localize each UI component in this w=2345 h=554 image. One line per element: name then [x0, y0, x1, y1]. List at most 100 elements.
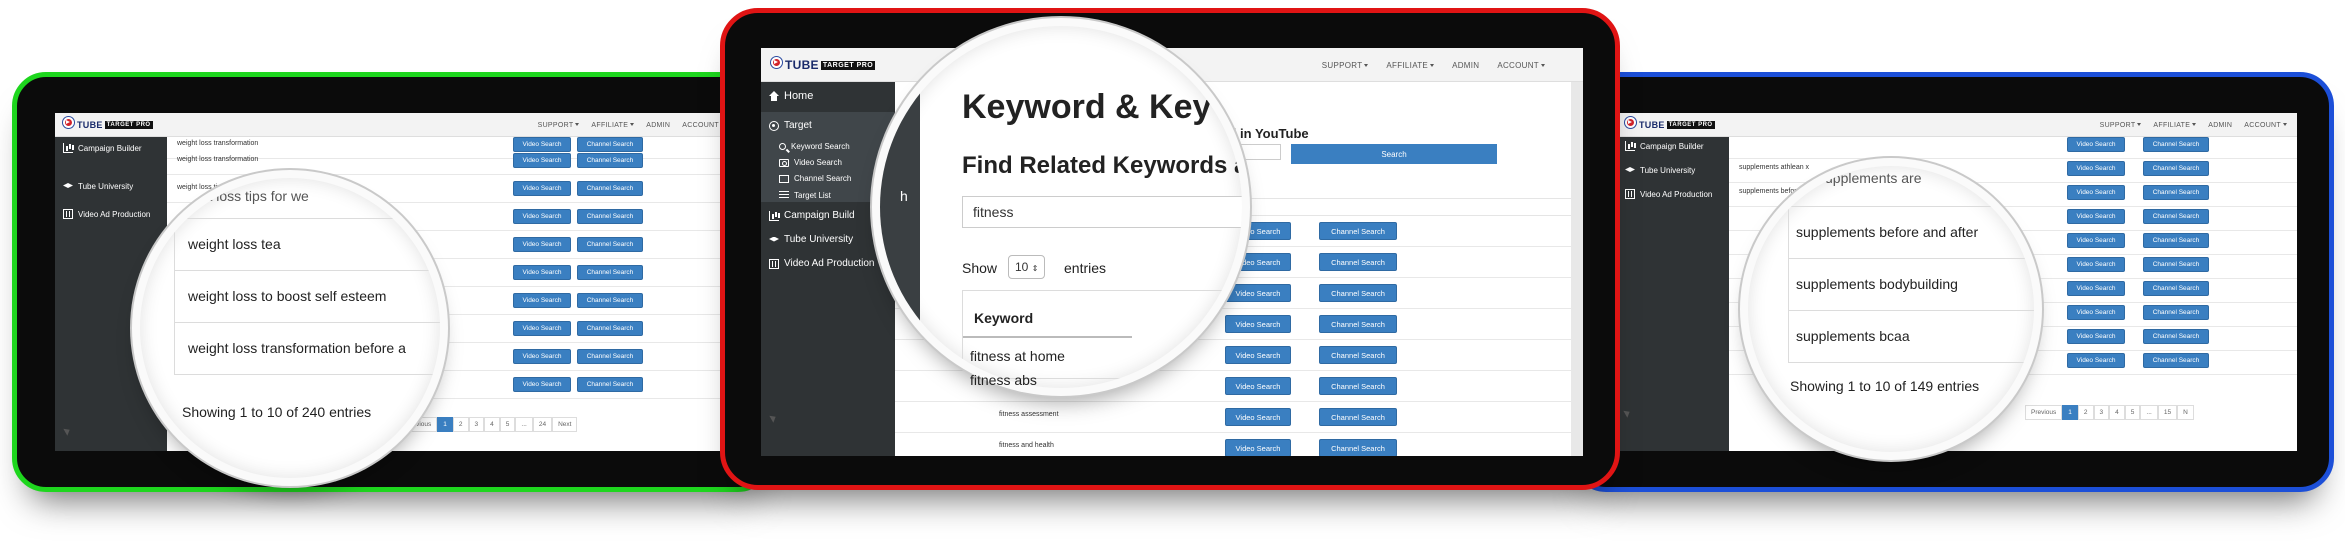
menu-affiliate[interactable]: AFFILIATE: [591, 122, 635, 129]
channel-search-button[interactable]: Channel Search: [2143, 209, 2209, 224]
channel-search-button[interactable]: Channel Search: [577, 349, 643, 364]
menu-affiliate[interactable]: AFFILIATE: [2153, 122, 2197, 129]
sidebar-item-tube-university[interactable]: Tube University: [1625, 165, 1695, 175]
sidebar-item-target[interactable]: Target: [769, 120, 812, 131]
pager-next[interactable]: N: [2177, 405, 2194, 420]
pager-next[interactable]: Next: [552, 417, 578, 432]
menu-admin[interactable]: ADMIN: [1452, 61, 1479, 70]
video-search-button[interactable]: Video Search: [513, 181, 571, 196]
search-button[interactable]: Search: [1291, 144, 1497, 164]
video-search-button[interactable]: Video Search: [1225, 439, 1291, 456]
video-search-button[interactable]: Video Search: [2067, 161, 2125, 176]
video-search-button[interactable]: Video Search: [2067, 209, 2125, 224]
video-search-button[interactable]: Video Search: [2067, 329, 2125, 344]
menu-affiliate[interactable]: AFFILIATE: [1386, 61, 1435, 70]
channel-search-button[interactable]: Channel Search: [577, 153, 643, 168]
menu-support[interactable]: SUPPORT: [1322, 61, 1369, 70]
pager-page[interactable]: 1: [437, 417, 453, 432]
video-search-button[interactable]: Video Search: [1225, 408, 1291, 426]
pager-page[interactable]: 5: [499, 417, 516, 432]
sidebar-item-target-list[interactable]: Target List: [779, 190, 831, 200]
video-search-button[interactable]: Video Search: [513, 377, 571, 392]
channel-search-button[interactable]: Channel Search: [2143, 305, 2209, 320]
menu-account[interactable]: ACCOUNT: [1497, 61, 1545, 70]
channel-search-button[interactable]: Channel Search: [2143, 137, 2209, 152]
channel-search-button[interactable]: Channel Search: [2143, 329, 2209, 344]
video-search-button[interactable]: Video Search: [2067, 281, 2125, 296]
menu-admin[interactable]: ADMIN: [646, 122, 670, 129]
channel-search-button[interactable]: Channel Search: [1319, 346, 1397, 364]
channel-search-button[interactable]: Channel Search: [2143, 233, 2209, 248]
pager-page[interactable]: 15: [2157, 405, 2178, 420]
sidebar-item-channel-search[interactable]: Channel Search: [779, 174, 851, 183]
entries-select[interactable]: 10 ⇕: [1008, 255, 1046, 279]
sidebar-item-tube-university[interactable]: Tube University: [769, 234, 853, 245]
logo[interactable]: TUBE TARGET PRO: [769, 52, 876, 78]
pager-page[interactable]: 4: [484, 417, 500, 432]
channel-search-button[interactable]: Channel Search: [1319, 253, 1397, 271]
video-search-button[interactable]: Video Search: [513, 209, 571, 224]
menu-account[interactable]: ACCOUNT: [2244, 122, 2287, 129]
pager-page[interactable]: 2: [2077, 405, 2094, 420]
video-search-button[interactable]: Video Search: [1225, 284, 1291, 302]
sidebar-item-video-ad-production[interactable]: Video Ad Production: [63, 209, 150, 219]
video-search-button[interactable]: Video Search: [513, 349, 571, 364]
video-search-button[interactable]: Video Search: [1225, 377, 1291, 395]
scrollbar[interactable]: [1571, 82, 1583, 456]
video-search-button[interactable]: Video Search: [513, 293, 571, 308]
sidebar-item-video-search[interactable]: Video Search: [779, 158, 842, 167]
channel-search-button[interactable]: Channel Search: [1319, 315, 1397, 333]
channel-search-button[interactable]: Channel Search: [577, 377, 643, 392]
video-search-button[interactable]: Video Search: [513, 237, 571, 252]
video-search-button[interactable]: Video Search: [2067, 185, 2125, 200]
pager-page[interactable]: 5: [2124, 405, 2141, 420]
pager-page[interactable]: 2: [452, 417, 469, 432]
video-search-button[interactable]: Video Search: [513, 321, 571, 336]
pager-previous[interactable]: Previous: [2025, 405, 2063, 420]
menu-support[interactable]: SUPPORT: [2100, 122, 2142, 129]
sidebar-item-home[interactable]: Home: [769, 90, 813, 102]
sidebar-item-campaign-builder[interactable]: Campaign Builder: [1625, 141, 1704, 151]
channel-search-button[interactable]: Channel Search: [577, 321, 643, 336]
video-search-button[interactable]: Video Search: [1225, 346, 1291, 364]
channel-search-button[interactable]: Channel Search: [577, 265, 643, 280]
logo[interactable]: TUBE TARGET PRO: [61, 115, 153, 135]
channel-search-button[interactable]: Channel Search: [2143, 257, 2209, 272]
sidebar-item-campaign-builder[interactable]: Campaign Build: [769, 210, 855, 221]
video-search-button[interactable]: Video Search: [513, 153, 571, 168]
channel-search-button[interactable]: Channel Search: [1319, 439, 1397, 456]
video-search-button[interactable]: Video Search: [2067, 233, 2125, 248]
pager-page[interactable]: 3: [2093, 405, 2110, 420]
pager-page[interactable]: 1: [2062, 405, 2078, 420]
sidebar-item-video-ad-production[interactable]: Video Ad Production: [1625, 189, 1712, 199]
sidebar-item-video-ad-production[interactable]: Video Ad Production: [769, 258, 874, 269]
sidebar-item-keyword-search[interactable]: Keyword Search: [779, 142, 850, 151]
sidebar-item-campaign-builder[interactable]: Campaign Builder: [63, 143, 142, 153]
video-search-button[interactable]: Video Search: [2067, 257, 2125, 272]
channel-search-button[interactable]: Channel Search: [2143, 185, 2209, 200]
menu-admin[interactable]: ADMIN: [2208, 122, 2232, 129]
channel-search-button[interactable]: Channel Search: [2143, 281, 2209, 296]
keyword-search-input[interactable]: fitness: [962, 196, 1242, 228]
video-search-button[interactable]: Video Search: [2067, 353, 2125, 368]
channel-search-button[interactable]: Channel Search: [2143, 161, 2209, 176]
keyword-column-header[interactable]: Keyword: [974, 310, 1033, 326]
channel-search-button[interactable]: Channel Search: [2143, 353, 2209, 368]
channel-search-button[interactable]: Channel Search: [1319, 377, 1397, 395]
channel-search-button[interactable]: Channel Search: [577, 293, 643, 308]
pager-page[interactable]: 3: [468, 417, 485, 432]
menu-support[interactable]: SUPPORT: [538, 122, 580, 129]
sidebar-item-tube-university[interactable]: Tube University: [63, 181, 133, 191]
video-search-button[interactable]: Video Search: [2067, 305, 2125, 320]
channel-search-button[interactable]: Channel Search: [1319, 222, 1397, 240]
menu-account[interactable]: ACCOUNT: [682, 122, 725, 129]
pager-page[interactable]: 24: [532, 417, 553, 432]
video-search-button[interactable]: Video Search: [2067, 137, 2125, 152]
channel-search-button[interactable]: Channel Search: [1319, 408, 1397, 426]
channel-search-button[interactable]: Channel Search: [577, 209, 643, 224]
channel-search-button[interactable]: Channel Search: [577, 181, 643, 196]
channel-search-button[interactable]: Channel Search: [577, 237, 643, 252]
logo[interactable]: TUBE TARGET PRO: [1623, 115, 1715, 135]
pager-page[interactable]: 4: [2109, 405, 2125, 420]
channel-search-button[interactable]: Channel Search: [1319, 284, 1397, 302]
